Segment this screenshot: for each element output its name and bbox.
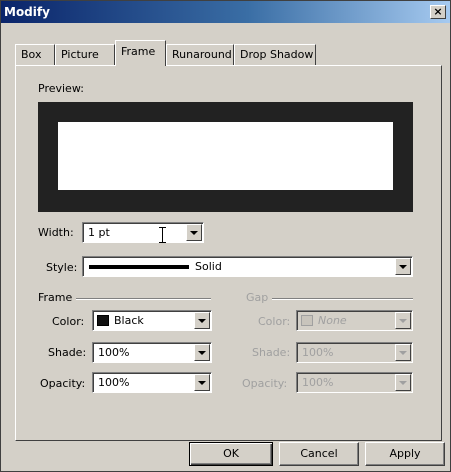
chevron-down-icon[interactable] (194, 344, 210, 361)
chevron-down-icon[interactable] (395, 312, 411, 329)
chevron-down-icon[interactable] (194, 312, 210, 329)
tab-label: Drop Shadow (240, 48, 314, 61)
style-combo[interactable]: Solid (82, 256, 413, 277)
tab-picture[interactable]: Picture (55, 44, 115, 65)
modify-dialog: Modify × Box Picture Frame Runaround Dro… (0, 0, 451, 472)
gap-opacity-combo[interactable]: 100% (296, 372, 413, 393)
color-swatch (97, 315, 109, 326)
ok-button[interactable]: OK (189, 442, 273, 466)
frame-group-divider (76, 298, 211, 300)
gap-color-label: Color: (258, 315, 291, 328)
frame-tab-panel: Preview: Width: 1 pt Style: Solid Frame … (15, 65, 442, 441)
gap-opacity-label: Opacity: (242, 377, 288, 390)
frame-opacity-combo[interactable]: 100% (92, 372, 212, 393)
frame-shade-combo[interactable]: 100% (92, 342, 212, 363)
frame-shade-value: 100% (98, 346, 130, 359)
frame-preview (38, 102, 413, 212)
tab-label: Runaround (172, 48, 232, 61)
tab-runaround[interactable]: Runaround (166, 44, 234, 65)
frame-color-combo[interactable]: Black (92, 310, 212, 331)
tab-drop-shadow[interactable]: Drop Shadow (234, 44, 316, 65)
chevron-down-icon[interactable] (186, 224, 202, 241)
frame-preview-box (58, 122, 393, 190)
solid-line-sample (89, 265, 189, 269)
frame-group-title: Frame (38, 291, 73, 304)
chevron-down-icon[interactable] (395, 344, 411, 361)
gap-shade-value: 100% (302, 346, 334, 359)
gap-group-title: Gap (246, 291, 269, 304)
apply-button[interactable]: Apply (365, 442, 445, 466)
frame-color-label: Color: (52, 315, 85, 328)
color-swatch (301, 315, 313, 326)
chevron-down-icon[interactable] (194, 374, 210, 391)
cancel-button[interactable]: Cancel (279, 442, 359, 466)
chevron-down-icon[interactable] (395, 258, 411, 275)
gap-shade-label: Shade: (252, 346, 291, 359)
width-value: 1 pt (88, 226, 110, 239)
preview-label: Preview: (38, 82, 84, 95)
gap-color-value: None (318, 314, 347, 327)
tab-frame[interactable]: Frame (115, 40, 166, 66)
frame-color-value: Black (114, 314, 144, 327)
width-label: Width: (38, 226, 74, 239)
gap-group-divider (272, 298, 413, 300)
close-icon: × (433, 5, 443, 18)
tab-label: Frame (121, 45, 156, 58)
window-title: Modify (4, 5, 50, 19)
chevron-down-icon[interactable] (395, 374, 411, 391)
gap-opacity-value: 100% (302, 376, 334, 389)
frame-shade-label: Shade: (48, 346, 87, 359)
tab-label: Picture (61, 48, 99, 61)
title-bar[interactable]: Modify × (1, 1, 450, 23)
frame-opacity-label: Opacity: (40, 377, 86, 390)
width-combo[interactable]: 1 pt (82, 222, 204, 243)
frame-opacity-value: 100% (98, 376, 130, 389)
style-label: Style: (46, 261, 78, 274)
text-cursor-icon (159, 227, 166, 243)
close-button[interactable]: × (430, 5, 446, 19)
tab-label: Box (21, 48, 42, 61)
gap-shade-combo[interactable]: 100% (296, 342, 413, 363)
style-value: Solid (195, 260, 222, 273)
gap-color-combo[interactable]: None (296, 310, 413, 331)
tab-box[interactable]: Box (15, 44, 55, 65)
